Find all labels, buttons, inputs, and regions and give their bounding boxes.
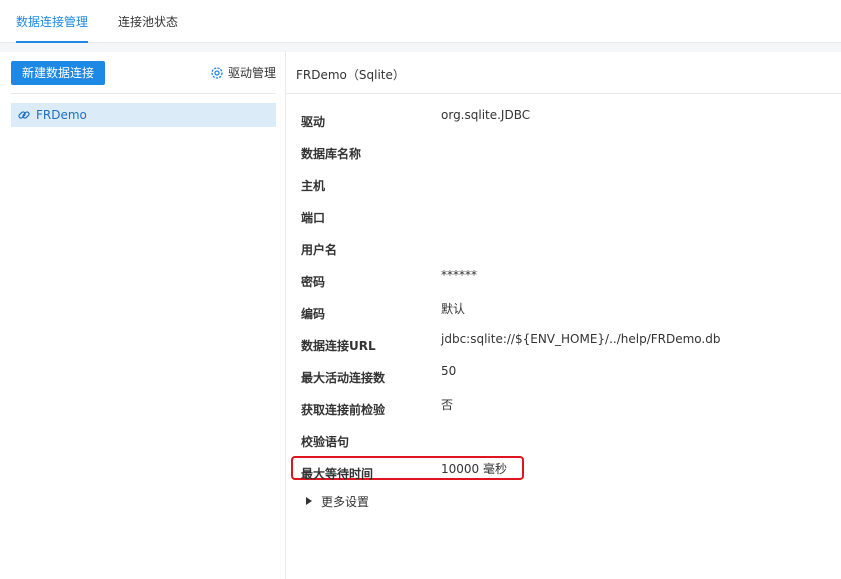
- field-row-max-wait-time: 最大等待时间 10000 毫秒: [301, 460, 821, 481]
- field-value: jdbc:sqlite://${ENV_HOME}/../help/FRDemo…: [441, 332, 721, 346]
- field-value: 50: [441, 364, 457, 378]
- field-label: 数据连接URL: [301, 339, 376, 353]
- field-label: 编码: [301, 307, 326, 321]
- new-data-connection-button[interactable]: 新建数据连接: [11, 61, 105, 85]
- field-label: 用户名: [301, 243, 338, 257]
- link-icon: [17, 108, 31, 122]
- field-row-encoding: 编码 默认: [301, 300, 821, 321]
- tab-label: 连接池状态: [118, 15, 179, 29]
- field-row-username: 用户名: [301, 236, 821, 257]
- field-row-database-name: 数据库名称: [301, 140, 821, 161]
- connection-detail-panel: FRDemo（Sqlite） 驱动 org.sqlite.JDBC 数据库名称 …: [286, 52, 841, 579]
- field-value: 10000 毫秒: [441, 462, 507, 476]
- field-label: 最大活动连接数: [301, 371, 386, 385]
- field-label: 主机: [301, 179, 326, 193]
- field-label: 数据库名称: [301, 147, 362, 161]
- field-label: 驱动: [301, 115, 326, 129]
- field-label: 获取连接前检验: [301, 403, 386, 417]
- field-label: 端口: [301, 211, 326, 225]
- main-divider: [286, 93, 841, 94]
- field-row-max-active-connections: 最大活动连接数 50: [301, 364, 821, 385]
- field-label: 最大等待时间: [301, 467, 374, 481]
- field-value: 否: [441, 398, 454, 412]
- more-settings-toggle[interactable]: 更多设置: [306, 492, 369, 510]
- field-value: ******: [441, 268, 477, 282]
- field-row-driver: 驱动 org.sqlite.JDBC: [301, 108, 821, 129]
- tab-data-connection-management[interactable]: 数据连接管理: [16, 0, 89, 43]
- field-row-connection-url: 数据连接URL jdbc:sqlite://${ENV_HOME}/../hel…: [301, 332, 821, 353]
- field-label: 密码: [301, 275, 326, 289]
- header-gap: [0, 43, 841, 52]
- tab-bar: 数据连接管理 连接池状态: [0, 0, 841, 43]
- field-value: org.sqlite.JDBC: [441, 108, 531, 122]
- connection-item-frdemo[interactable]: FRDemo: [11, 103, 276, 127]
- driver-management-label: 驱动管理: [227, 66, 276, 80]
- field-row-test-before-get: 获取连接前检验 否: [301, 396, 821, 417]
- connection-item-label: FRDemo: [36, 108, 87, 122]
- gear-icon: [210, 66, 224, 80]
- field-row-validation-query: 校验语句: [301, 428, 821, 449]
- driver-management-button[interactable]: 驱动管理: [210, 64, 276, 82]
- more-settings-label: 更多设置: [321, 494, 370, 509]
- connection-title: FRDemo（Sqlite）: [296, 68, 405, 82]
- tab-connection-pool-status[interactable]: 连接池状态: [118, 0, 178, 42]
- tab-label: 数据连接管理: [16, 15, 89, 29]
- field-label: 校验语句: [301, 435, 350, 449]
- caret-right-icon: [306, 497, 312, 505]
- field-row-port: 端口: [301, 204, 821, 225]
- sidebar: 新建数据连接 驱动管理 FRDemo: [0, 52, 286, 579]
- field-value: 默认: [441, 302, 466, 316]
- field-row-host: 主机: [301, 172, 821, 193]
- sidebar-divider: [11, 93, 276, 94]
- field-row-password: 密码 ******: [301, 268, 821, 289]
